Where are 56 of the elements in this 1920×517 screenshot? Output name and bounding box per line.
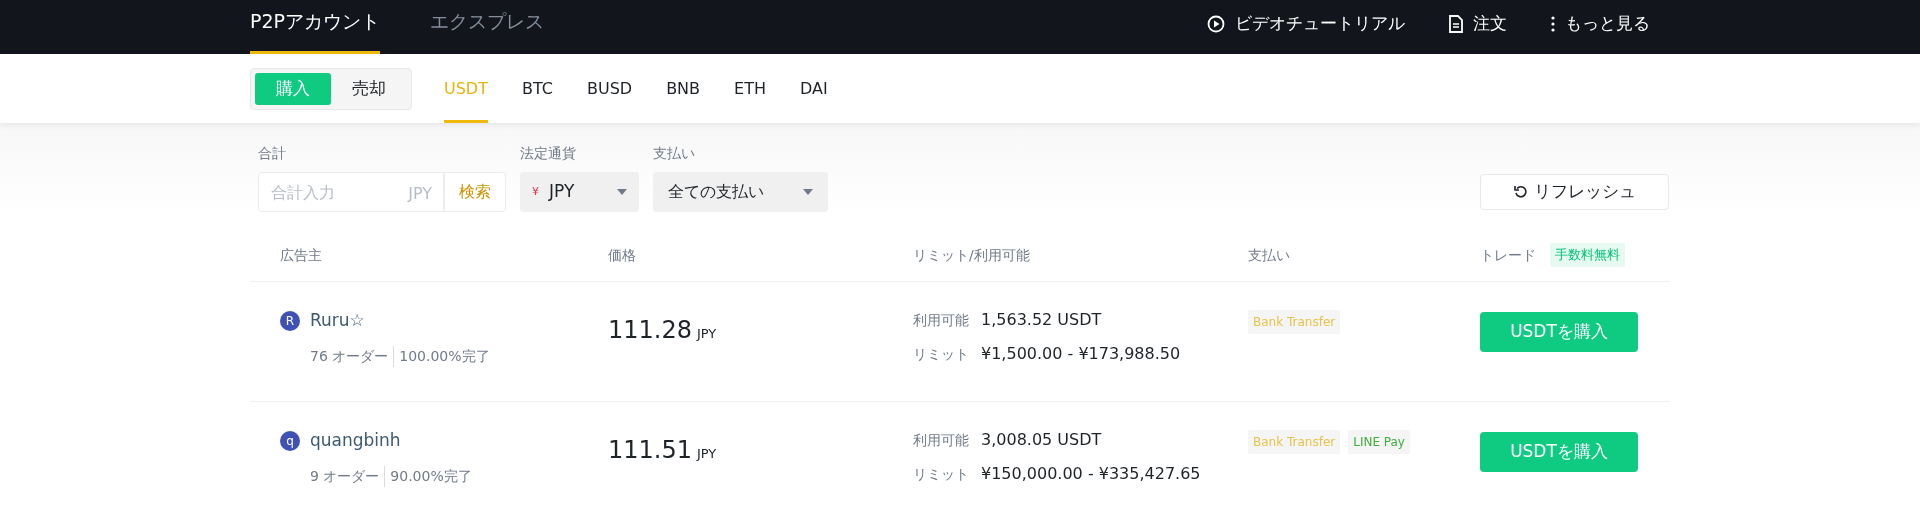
field-label: 法定通貨 [520,144,577,163]
payment-dropdown[interactable]: 全ての支払い [653,172,828,212]
asset-tab[interactable]: BNB [666,54,701,123]
payment-tag: Bank Transfer [1248,430,1341,454]
available-amount: 1,563.52 USDT [981,309,1102,331]
completion-rate: 90.00%完了 [389,466,472,486]
limit-label: リミット [913,345,969,364]
order-count: 9 オーダー [310,465,386,487]
currency-dropdown[interactable]: ¥ JPY [520,172,639,212]
column-header: 価格 [608,245,636,265]
unit-label: JPY [408,183,432,205]
nav-link[interactable]: ビデオチュートリアル [1207,0,1405,54]
column-header: リミット/利用可能 [913,245,1030,265]
field-label: 合計 [258,144,287,163]
currency-value: JPY [549,180,576,204]
column-header: 広告主 [280,245,322,265]
advertiser-name[interactable]: quangbinh [310,428,401,454]
payment-tag: LINE Pay [1348,430,1410,454]
field-label: 支払い [653,144,696,163]
play-icon [1207,15,1225,33]
nav-link[interactable]: 注文 [1449,0,1507,54]
price: 111.28 [608,315,692,346]
more-icon [1551,16,1555,32]
order-count: 76 オーダー [310,345,395,367]
payment-tag: Bank Transfer [1248,310,1341,334]
document-icon [1449,15,1463,33]
advertiser-name[interactable]: Ruru☆ [310,308,365,334]
limit-label: リミット [913,465,969,484]
payment-value: 全ての支払い [668,181,765,203]
asset-tab[interactable]: DAI [799,54,828,123]
limit-range: ¥150,000.00 - ¥335,427.65 [981,463,1201,485]
price: 111.51 [608,435,692,466]
price-currency: JPY [697,325,717,343]
nav-tab[interactable]: P2Pアカウント [250,0,380,54]
asset-tab[interactable]: BTC [521,54,553,123]
price-currency: JPY [697,445,717,463]
nav-tab[interactable]: エクスプレス [430,0,544,54]
available-label: 利用可能 [913,311,969,330]
side-option[interactable]: 売却 [331,72,407,105]
nav-link[interactable]: もっと見る [1551,0,1650,54]
avatar: q [280,430,300,451]
asset-tab[interactable]: ETH [734,54,766,123]
currency-symbol: ¥ [532,183,539,200]
caret-icon [803,189,813,195]
available-label: 利用可能 [913,431,969,450]
column-header: トレード [1480,245,1536,265]
refresh-icon [1513,185,1528,199]
available-amount: 3,008.05 USDT [981,429,1102,451]
asset-tab[interactable]: BUSD [586,54,633,123]
avatar: R [280,310,300,331]
completion-rate: 100.00%完了 [398,346,490,366]
caret-icon [617,189,627,195]
column-header: 支払い [1248,245,1290,265]
fee-badge: 手数料無料 [1550,243,1625,267]
limit-range: ¥1,500.00 - ¥173,988.50 [981,343,1181,365]
refresh-button[interactable]: リフレッシュ [1480,174,1669,210]
